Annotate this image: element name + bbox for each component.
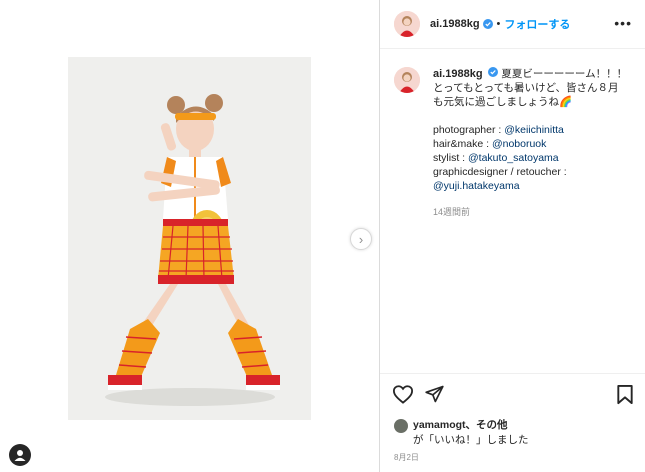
viewer-avatar[interactable]: [9, 444, 31, 466]
chevron-right-icon: ›: [358, 231, 364, 247]
caption-line-1: 夏夏ビーーーーーム！！！: [501, 68, 628, 80]
mention-link[interactable]: @takuto_satoyama: [468, 152, 559, 164]
post-photo[interactable]: [68, 57, 311, 420]
caption-author-avatar[interactable]: [394, 67, 420, 93]
post-sidebar: ai.1988kg • フォローする ••• ai.1988kg 夏夏ビーーーー…: [379, 0, 645, 472]
mention-link[interactable]: @noboruok: [492, 138, 546, 150]
liker-username[interactable]: yamamogt: [413, 419, 466, 431]
likes-text: が「いいね！」しました: [413, 434, 529, 446]
next-photo-button[interactable]: ›: [350, 228, 372, 250]
caption-line-2: とってもとっても暑いけど、皆さん８月: [433, 82, 619, 94]
liker-avatar[interactable]: [394, 419, 408, 433]
caption-text: ai.1988kg 夏夏ビーーーーーム！！！ とってもとっても暑いけど、皆さん８…: [433, 67, 638, 193]
credit-hair-make: hair&make : @noboruok: [433, 138, 547, 150]
more-options-icon[interactable]: •••: [614, 16, 632, 30]
heart-icon[interactable]: [392, 384, 414, 404]
header-separator: •: [496, 18, 501, 30]
mention-link[interactable]: @keiichinitta: [504, 124, 564, 136]
action-bar: [380, 373, 645, 413]
post-header: ai.1988kg • フォローする •••: [380, 0, 645, 49]
author-avatar[interactable]: [394, 11, 420, 37]
verified-badge-icon: [482, 19, 493, 29]
media-pane: ›: [0, 0, 379, 472]
caption-timestamp[interactable]: 14週間前: [433, 205, 470, 218]
mention-link[interactable]: @yuji.hatakeyama: [433, 180, 520, 192]
post-photo-illustration: [68, 57, 311, 420]
credit-retoucher-mention: @yuji.hatakeyama: [433, 179, 638, 193]
likes-others-link[interactable]: その他: [476, 419, 508, 431]
caption-username[interactable]: ai.1988kg: [433, 68, 483, 80]
post-date[interactable]: 8月2日: [394, 452, 419, 463]
author-avatar-image: [394, 11, 420, 37]
author-username[interactable]: ai.1988kg: [430, 18, 480, 30]
likes-separator: 、: [465, 419, 477, 431]
caption-avatar-image: [394, 67, 420, 93]
credit-stylist: stylist : @takuto_satoyama: [433, 152, 559, 164]
bookmark-icon[interactable]: [616, 384, 634, 405]
credit-photographer: photographer : @keiichinitta: [433, 124, 564, 136]
credit-graphicdesigner: graphicdesigner / retoucher :: [433, 166, 567, 178]
follow-button[interactable]: フォローする: [504, 16, 570, 32]
paper-plane-icon[interactable]: [424, 384, 445, 404]
caption-area: ai.1988kg 夏夏ビーーーーーム！！！ とってもとっても暑いけど、皆さん８…: [380, 49, 645, 369]
verified-badge-icon: [488, 67, 499, 77]
user-silhouette-icon: [14, 450, 26, 461]
caption-line-3: も元気に過ごしましょうね🌈: [433, 96, 573, 108]
